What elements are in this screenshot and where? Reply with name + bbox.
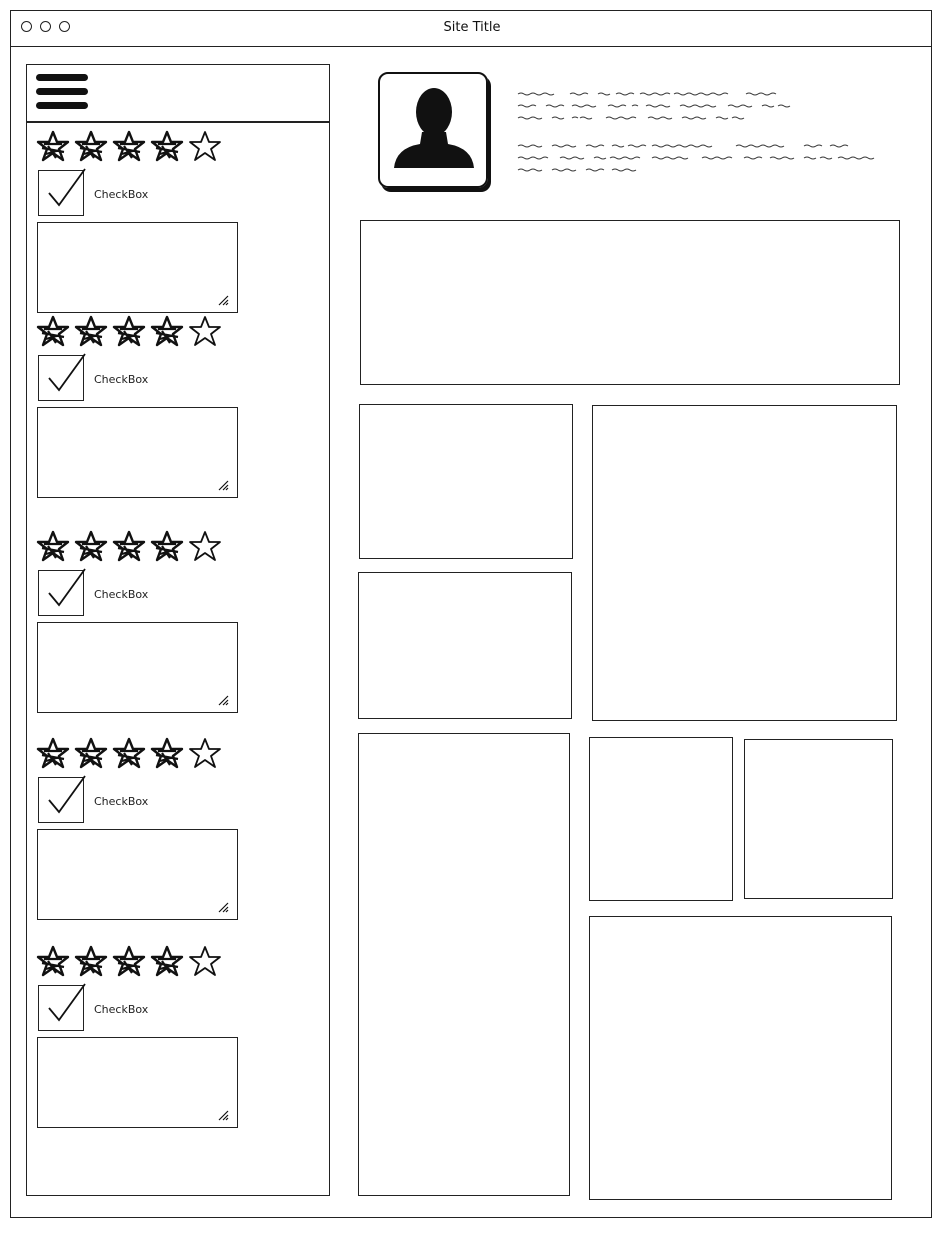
text-area[interactable] — [37, 622, 238, 713]
checkmark-icon — [48, 775, 86, 814]
content-panel-small-1 — [359, 404, 573, 559]
star-icon[interactable] — [150, 530, 184, 562]
star-icon[interactable] — [188, 737, 222, 769]
text-area[interactable] — [37, 1037, 238, 1128]
resize-grip-icon[interactable] — [217, 1109, 229, 1121]
star-icon[interactable] — [74, 315, 108, 347]
star-icon[interactable] — [74, 530, 108, 562]
star-icon[interactable] — [36, 737, 70, 769]
star-icon[interactable] — [112, 530, 146, 562]
resize-grip-icon[interactable] — [217, 479, 229, 491]
profile-avatar[interactable] — [378, 72, 488, 188]
star-rating[interactable] — [36, 945, 222, 977]
star-icon[interactable] — [150, 315, 184, 347]
checkbox-label: CheckBox — [94, 188, 149, 201]
star-icon[interactable] — [112, 130, 146, 162]
star-icon[interactable] — [112, 737, 146, 769]
resize-grip-icon[interactable] — [217, 294, 229, 306]
content-panel-square-2 — [744, 739, 893, 899]
star-icon[interactable] — [36, 945, 70, 977]
checkmark-icon — [48, 353, 86, 392]
star-icon[interactable] — [36, 130, 70, 162]
checkbox[interactable] — [38, 775, 86, 823]
star-icon[interactable] — [150, 737, 184, 769]
star-icon[interactable] — [188, 945, 222, 977]
checkbox-label: CheckBox — [94, 588, 149, 601]
text-area[interactable] — [37, 222, 238, 313]
checkbox-label: CheckBox — [94, 1003, 149, 1016]
star-icon[interactable] — [188, 315, 222, 347]
hamburger-menu-icon[interactable] — [34, 70, 92, 116]
checkbox[interactable] — [38, 568, 86, 616]
site-title: Site Title — [443, 20, 501, 35]
star-icon[interactable] — [188, 530, 222, 562]
star-icon[interactable] — [150, 945, 184, 977]
content-panel-large — [592, 405, 897, 721]
checkbox[interactable] — [38, 983, 86, 1031]
checkmark-icon — [48, 983, 86, 1022]
star-rating[interactable] — [36, 737, 222, 769]
content-panel-tall — [358, 733, 570, 1196]
star-rating[interactable] — [36, 315, 222, 347]
placeholder-text-block-2 — [517, 144, 875, 172]
star-icon[interactable] — [36, 315, 70, 347]
text-area[interactable] — [37, 407, 238, 498]
content-panel-small-2 — [358, 572, 572, 719]
star-icon[interactable] — [36, 530, 70, 562]
checkbox[interactable] — [38, 168, 86, 216]
star-icon[interactable] — [74, 737, 108, 769]
resize-grip-icon[interactable] — [217, 694, 229, 706]
resize-grip-icon[interactable] — [217, 901, 229, 913]
content-panel-banner — [360, 220, 900, 385]
checkbox-label: CheckBox — [94, 795, 149, 808]
content-panel-bottom — [589, 916, 892, 1200]
star-icon[interactable] — [112, 315, 146, 347]
checkmark-icon — [48, 568, 86, 607]
text-area[interactable] — [37, 829, 238, 920]
star-icon[interactable] — [112, 945, 146, 977]
star-icon[interactable] — [74, 945, 108, 977]
content-panel-square-1 — [589, 737, 733, 901]
placeholder-text-block-1 — [517, 92, 791, 120]
user-silhouette-icon — [394, 88, 474, 168]
star-icon[interactable] — [188, 130, 222, 162]
star-icon[interactable] — [74, 130, 108, 162]
checkmark-icon — [48, 168, 86, 207]
star-icon[interactable] — [150, 130, 184, 162]
checkbox[interactable] — [38, 353, 86, 401]
star-rating[interactable] — [36, 130, 222, 162]
checkbox-label: CheckBox — [94, 373, 149, 386]
star-rating[interactable] — [36, 530, 222, 562]
